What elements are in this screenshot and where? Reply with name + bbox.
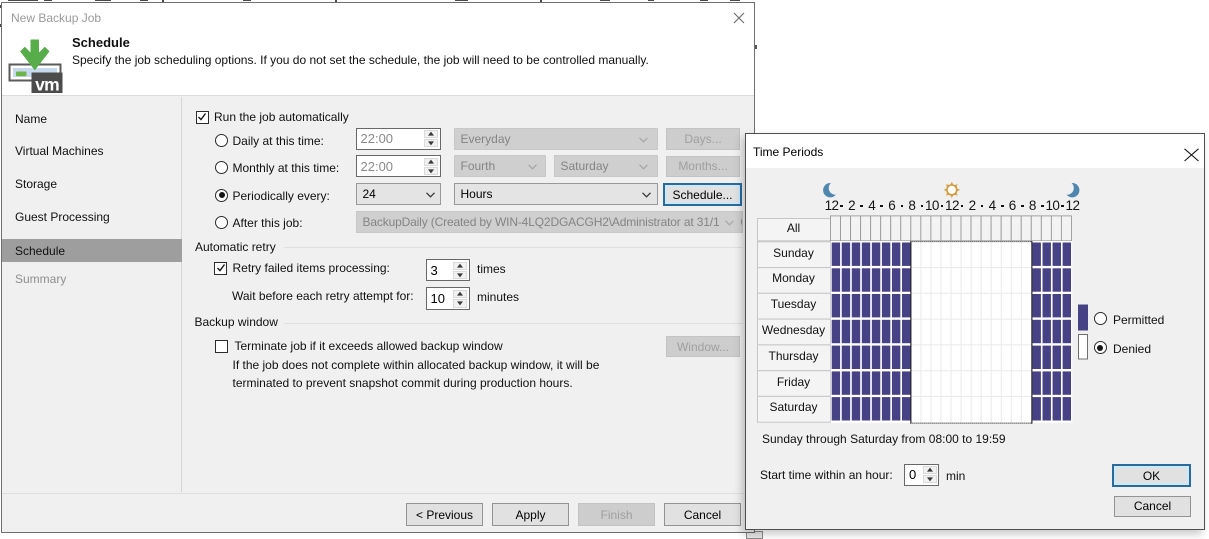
svg-text:vm: vm	[35, 75, 59, 94]
